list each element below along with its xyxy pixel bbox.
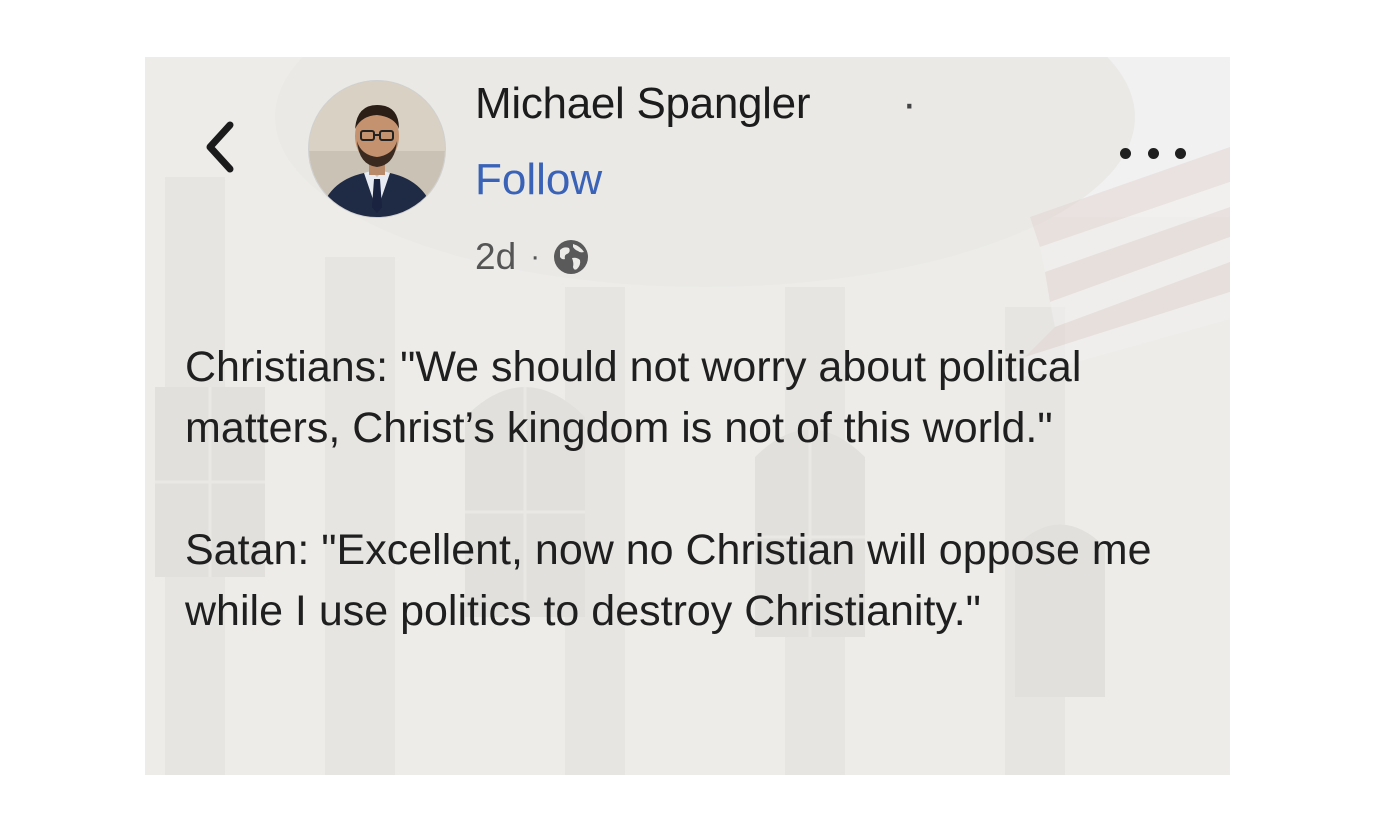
more-dot <box>1120 147 1131 159</box>
post-timestamp[interactable]: 2d <box>475 236 516 278</box>
profile-photo <box>309 81 445 217</box>
post-paragraph: Satan: "Excellent, now no Christian will… <box>185 526 1152 635</box>
author-separator: · <box>902 79 917 128</box>
post-meta: 2d · <box>475 232 590 282</box>
avatar[interactable] <box>308 80 446 218</box>
follow-button[interactable]: Follow <box>475 155 602 205</box>
meta-separator: · <box>530 240 541 273</box>
back-button[interactable] <box>200 119 240 175</box>
chevron-left-icon <box>206 121 234 173</box>
facebook-post: Michael Spangler · Follow 2d · Christian… <box>145 57 1230 775</box>
more-options-button[interactable] <box>1120 139 1186 167</box>
author-name[interactable]: Michael Spangler <box>475 79 810 129</box>
more-dot <box>1175 147 1186 159</box>
globe-icon <box>554 240 589 274</box>
post-paragraph: Christians: "We should not worry about p… <box>185 343 1082 452</box>
more-dot <box>1147 147 1159 159</box>
post-body: Christians: "We should not worry about p… <box>185 337 1205 642</box>
